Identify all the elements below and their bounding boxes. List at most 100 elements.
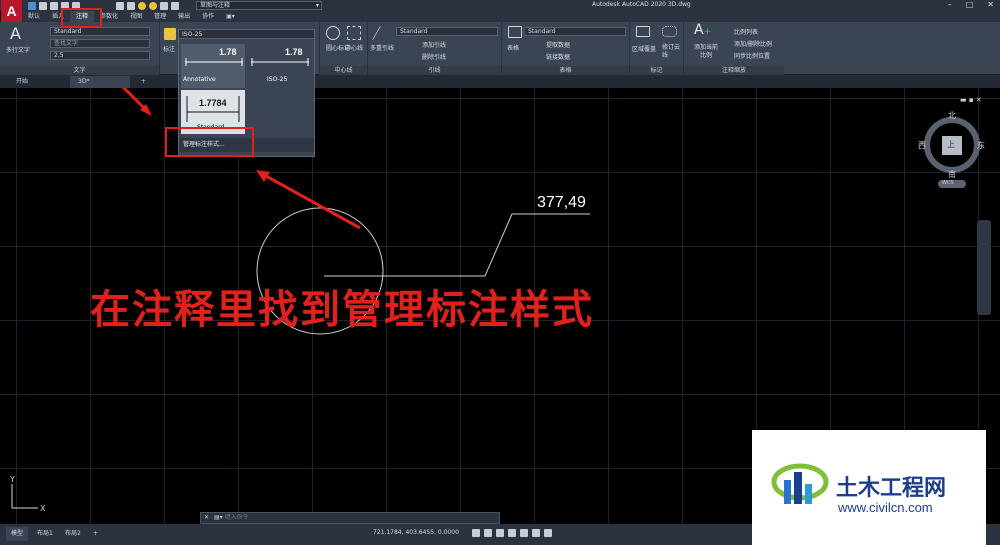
- link-data-button[interactable]: 链接数据: [546, 52, 570, 61]
- table-button[interactable]: 表格: [507, 43, 519, 52]
- add-leader-button[interactable]: 添加引线: [422, 40, 446, 49]
- tab-view[interactable]: 视图: [124, 11, 148, 22]
- multileader-icon[interactable]: [371, 26, 395, 40]
- centerline-button[interactable]: 中心线: [345, 43, 363, 52]
- lineweight-toggle-icon[interactable]: [532, 529, 540, 537]
- civilcn-logo-icon: [771, 463, 829, 504]
- remove-leader-button[interactable]: 删除引线: [422, 52, 446, 61]
- tab-overflow-icon[interactable]: ▣▾: [220, 11, 241, 22]
- coordinates-readout: 721.1784, 403.6455, 0.0000: [373, 529, 459, 536]
- revcloud-button[interactable]: 修订云线: [662, 44, 680, 60]
- selection-cycling-icon[interactable]: [544, 529, 552, 537]
- command-close-icon[interactable]: ✕: [201, 514, 212, 521]
- mtext-button[interactable]: 多行文字: [6, 45, 30, 54]
- minimize-button[interactable]: –: [948, 0, 952, 9]
- polar-toggle-icon[interactable]: [508, 529, 516, 537]
- leader-style-select[interactable]: Standard: [396, 27, 498, 36]
- file-tab-3d[interactable]: 3D*: [70, 76, 130, 88]
- new-file-icon[interactable]: [28, 1, 36, 10]
- viewcube-north[interactable]: 北: [948, 110, 956, 121]
- ribbon-tabs: 默认 插入 注释 参数化 视图 管理 输出 协作 ▣▾: [22, 11, 1000, 22]
- add-scale-icon[interactable]: A+: [694, 22, 711, 38]
- dimension-button[interactable]: 标注: [163, 44, 175, 53]
- table-icon[interactable]: [508, 26, 522, 38]
- viewcube[interactable]: 北 西 东 南 上 WCS: [918, 110, 990, 195]
- new-tab-icon[interactable]: +: [138, 76, 149, 88]
- gallery-item-annotative[interactable]: 1.78 Annotative: [181, 44, 245, 88]
- sun-icon[interactable]: [149, 1, 157, 10]
- dimension-icon[interactable]: [164, 28, 176, 40]
- osnap-toggle-icon[interactable]: [520, 529, 528, 537]
- layout-tab-model[interactable]: 模型: [6, 527, 29, 541]
- add-layout-icon[interactable]: +: [88, 527, 103, 541]
- dimension-leader[interactable]: [324, 213, 590, 277]
- gallery-item-iso25[interactable]: 1.78 ISO-25: [247, 44, 311, 88]
- lightbulb-icon[interactable]: [138, 1, 146, 10]
- grid-toggle-icon[interactable]: [472, 529, 480, 537]
- save-icon[interactable]: [50, 1, 58, 10]
- viewcube-ring: [924, 117, 980, 188]
- gallery-item-name: Annotative: [183, 76, 216, 83]
- snap-toggle-icon[interactable]: [484, 529, 492, 537]
- revcloud-icon[interactable]: [662, 26, 677, 37]
- command-input[interactable]: [224, 514, 425, 521]
- open-file-icon[interactable]: [39, 1, 47, 10]
- command-line[interactable]: ✕ ▤▾: [200, 512, 500, 524]
- dimension-style-select[interactable]: ISO-25: [179, 30, 314, 39]
- find-text-input[interactable]: 查找文字: [50, 39, 150, 48]
- wipeout-icon[interactable]: [636, 26, 650, 37]
- file-tab-start[interactable]: 开始: [8, 76, 36, 88]
- window-controls: – □ ✕: [948, 0, 994, 9]
- scale-panel-title: 注释缩放: [684, 66, 784, 75]
- center-mark-icon[interactable]: [326, 26, 340, 40]
- centerline-icon[interactable]: [347, 26, 361, 40]
- redo-icon[interactable]: [127, 1, 135, 10]
- ucs-x-label: X: [40, 504, 46, 513]
- workspace-dropdown[interactable]: 草图与注释 ▾: [196, 1, 322, 10]
- watermark-name: 土木工程网: [836, 476, 947, 501]
- tab-output[interactable]: 输出: [172, 11, 196, 22]
- close-button[interactable]: ✕: [987, 0, 994, 9]
- navigation-bar[interactable]: [977, 220, 991, 315]
- tab-collaborate[interactable]: 协作: [196, 11, 220, 22]
- add-current-scale-button[interactable]: 添加当前比例: [692, 44, 720, 60]
- tab-home[interactable]: 默认: [22, 11, 46, 22]
- tab-manage[interactable]: 管理: [148, 11, 172, 22]
- viewcube-top-face[interactable]: 上: [947, 139, 955, 150]
- lock-icon[interactable]: [160, 1, 168, 10]
- layout-tab-layout1[interactable]: 布局1: [32, 527, 58, 541]
- text-height-select[interactable]: 2.5: [50, 51, 150, 60]
- viewport-controls[interactable]: ▬ ▪ ✕: [960, 96, 982, 104]
- table-style-select[interactable]: Standard: [524, 27, 626, 36]
- watermark-url: www.civilcn.com: [838, 500, 933, 515]
- gallery-item-name: ISO-25: [267, 76, 288, 83]
- command-options-icon[interactable]: ▤▾: [214, 514, 223, 521]
- viewcube-south[interactable]: 南: [948, 169, 956, 180]
- highlight-manage-styles: [165, 127, 254, 157]
- instruction-annotation: 在注释里找到管理标注样式: [90, 287, 594, 333]
- markup-panel-title: 标记: [630, 66, 683, 75]
- mtext-icon[interactable]: A: [10, 24, 21, 43]
- dimension-text[interactable]: 377,49: [537, 194, 586, 211]
- sync-scale-button[interactable]: 同步比例位置: [734, 51, 770, 60]
- app-logo[interactable]: A: [1, 0, 22, 22]
- gallery-item-value: 1.78: [219, 47, 237, 57]
- leader-panel: 多重引线 Standard 添加引线 删除引线 引线: [368, 22, 502, 75]
- wcs-menu[interactable]: WCS: [942, 180, 954, 186]
- multileader-button[interactable]: 多重引线: [370, 43, 394, 52]
- viewcube-west[interactable]: 西: [918, 140, 926, 151]
- ortho-toggle-icon[interactable]: [496, 529, 504, 537]
- file-tabs: 开始 3D* +: [0, 75, 1000, 88]
- centerline-panel: 圆心标记 中心线 中心线: [320, 22, 368, 75]
- extract-data-button[interactable]: 提取数据: [546, 40, 570, 49]
- scale-list-button[interactable]: 比例列表: [734, 27, 758, 36]
- wipeout-button[interactable]: 区域覆盖: [632, 44, 656, 53]
- text-style-select[interactable]: Standard: [50, 27, 150, 36]
- layout-tab-layout2[interactable]: 布局2: [60, 527, 86, 541]
- maximize-button[interactable]: □: [966, 0, 974, 9]
- viewcube-east[interactable]: 东: [977, 140, 985, 151]
- undo-icon[interactable]: [116, 1, 124, 10]
- layer-icon[interactable]: [171, 1, 179, 10]
- add-remove-scale-button[interactable]: 添加/删除比例: [734, 39, 772, 48]
- leader-panel-title: 引线: [368, 66, 501, 75]
